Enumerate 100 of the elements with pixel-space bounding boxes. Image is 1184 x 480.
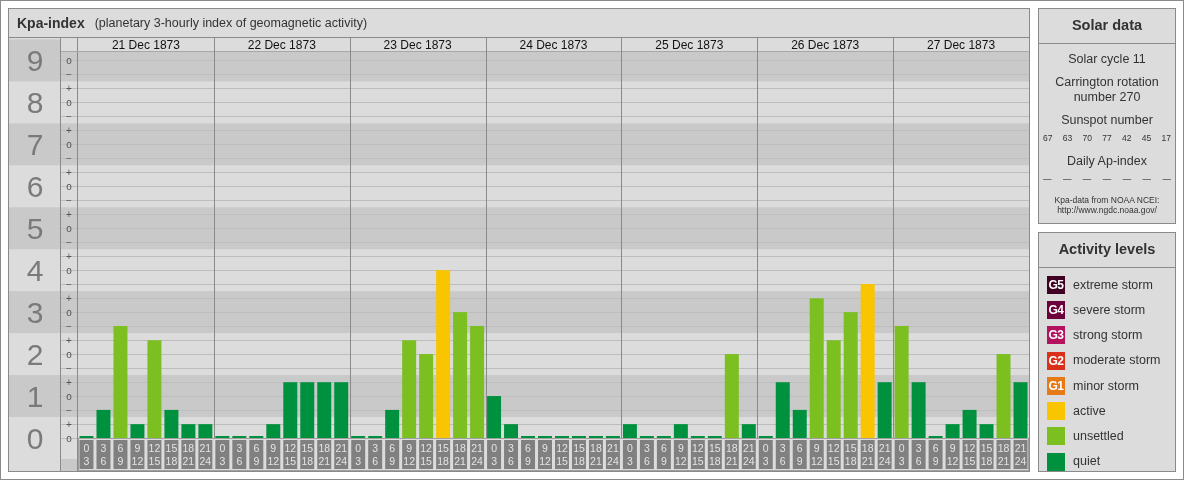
x-tick-label: 6 9	[932, 442, 939, 467]
kp-bar	[164, 409, 179, 438]
ap-index-value: —	[1102, 173, 1112, 187]
time-slot-label: 18 21	[181, 440, 196, 469]
tick-label: +	[66, 419, 72, 430]
tick-label: o	[66, 433, 72, 444]
y-axis-label: 8	[26, 86, 44, 120]
panel-title: Solar data	[1039, 9, 1175, 44]
sunspot-value: 63	[1062, 132, 1073, 145]
time-slot-label: 3 6	[368, 440, 383, 469]
tick-label: o	[66, 391, 72, 402]
data-source-text: Kpa-data from NOAA NCEI: http://www.ngdc.noaa.gov/	[1053, 195, 1161, 216]
kp-bar	[96, 409, 111, 438]
sunspot-label: Sunspot number	[1060, 112, 1154, 128]
level-badge: G2	[1047, 351, 1065, 370]
ap-index-value: —	[1162, 173, 1171, 187]
date-label: 26 Dec 1873	[791, 38, 860, 52]
time-slot-label: 21 24	[470, 440, 485, 469]
time-slot-label: 15 18	[164, 440, 179, 469]
x-tick-label: 6 9	[660, 442, 667, 467]
time-slot-label: 6 9	[385, 440, 400, 469]
x-tick-label: 0 3	[491, 442, 498, 467]
date-label: 24 Dec 1873	[519, 38, 588, 52]
x-tick-label: 0 3	[355, 442, 362, 467]
x-tick-label: 6 9	[117, 442, 124, 467]
time-slot-label: 12 15	[555, 440, 569, 469]
x-tick-label: 3 6	[779, 442, 786, 467]
time-slot-label: 15 18	[436, 440, 451, 469]
x-tick-label: 3 6	[643, 442, 650, 467]
tick-label: −	[66, 111, 72, 122]
tick-label: −	[66, 237, 72, 248]
x-tick-label: 0 3	[219, 442, 226, 467]
y-axis-label: 0	[26, 422, 44, 455]
sunspot-value: 67	[1043, 132, 1053, 145]
ap-index-value: —	[1062, 173, 1072, 187]
x-tick-label: 6 9	[525, 442, 532, 467]
chart-subtitle: (planetary 3-hourly index of geomagnetic activity)	[94, 14, 368, 32]
time-slot-label: 21 24	[198, 440, 213, 469]
chart-title: Kpa-index	[17, 13, 85, 33]
x-tick-label: 0 3	[762, 442, 769, 467]
level-label: active	[1073, 402, 1106, 420]
ap-index-value: —	[1043, 173, 1052, 187]
tick-label: o	[66, 139, 72, 150]
date-label: 25 Dec 1873	[655, 38, 724, 52]
y-axis-label: 6	[26, 170, 44, 204]
level-label: minor storm	[1073, 377, 1139, 395]
x-tick-label: 3 6	[100, 442, 107, 467]
kp-bar	[300, 382, 315, 438]
x-tick-label: 3 6	[915, 442, 922, 467]
time-slot-label: 6 9	[249, 440, 264, 469]
sunspot-value: 17	[1161, 132, 1171, 145]
tick-label: −	[66, 279, 72, 290]
time-slot-label: 12 15	[419, 440, 434, 469]
y-axis-label: 4	[26, 254, 44, 288]
ap-index-value: —	[1122, 173, 1132, 187]
tick-label: +	[66, 293, 72, 304]
time-slot-label: 0 3	[487, 440, 502, 469]
time-slot-label: 12 15	[283, 440, 298, 469]
ap-index-label: Daily Ap-index	[1066, 154, 1148, 169]
tick-label: o	[66, 55, 72, 66]
carrington-rotation-text: Carrington rotation number 270	[1054, 75, 1160, 104]
time-slot-label: 9 12	[266, 440, 281, 469]
x-tick-label: 6 9	[253, 442, 260, 467]
tick-label: −	[66, 69, 72, 80]
kp-bar	[334, 382, 349, 438]
level-badge: G4	[1047, 301, 1065, 320]
x-tick-label: 0 3	[627, 442, 633, 467]
tick-label: −	[66, 363, 72, 374]
tick-label: +	[66, 83, 72, 94]
time-slot-label: 21 24	[334, 440, 349, 469]
level-label: moderate storm	[1073, 352, 1161, 370]
time-slot-label: 18 21	[317, 440, 332, 469]
date-label: 21 Dec 1873	[111, 38, 180, 52]
time-slot-label: 6 9	[521, 440, 535, 469]
tick-label: o	[66, 307, 72, 318]
y-axis-label: 7	[26, 128, 44, 162]
level-badge: G1	[1047, 376, 1065, 395]
time-slot-label: 9 12	[402, 440, 417, 469]
tick-label: −	[66, 153, 72, 164]
y-axis-label: 5	[26, 212, 44, 246]
sunspot-value: 77	[1102, 132, 1112, 145]
solar-cycle-text: Solar cycle 11	[1067, 51, 1147, 67]
tick-label: o	[66, 349, 72, 360]
tick-label: +	[66, 125, 72, 136]
time-slot-label: 0 3	[215, 440, 230, 469]
sunspot-value: 42	[1122, 132, 1132, 145]
kp-bar	[504, 424, 519, 438]
date-label: 23 Dec 1873	[383, 38, 452, 52]
x-tick-label: 0 3	[83, 442, 90, 467]
time-slot-label: 0 3	[351, 440, 366, 469]
kp-bar	[283, 382, 298, 438]
y-axis-label: 3	[26, 296, 44, 330]
tick-label: +	[66, 167, 72, 178]
kp-bar	[385, 409, 400, 438]
ap-index-value: —	[1142, 173, 1152, 187]
level-label: extreme storm	[1073, 276, 1153, 294]
y-axis-label: 9	[26, 44, 44, 78]
tick-label: −	[66, 321, 72, 332]
tick-label: +	[66, 209, 72, 220]
tick-label: o	[66, 223, 72, 234]
